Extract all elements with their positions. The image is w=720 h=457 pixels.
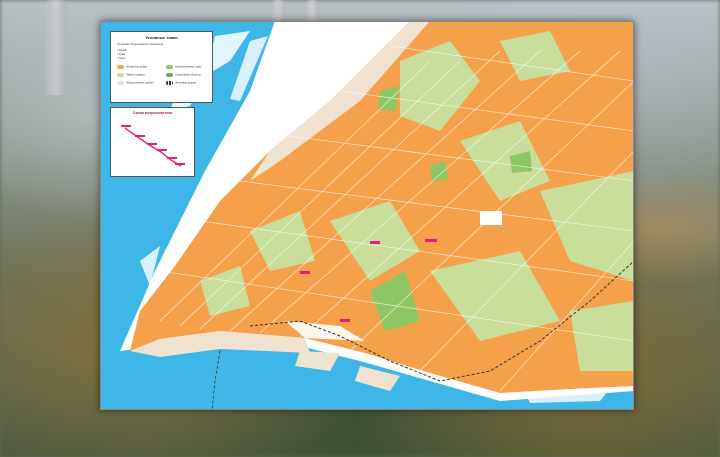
legend-item: Остановки общественного транспорта xyxy=(117,43,164,46)
map-legend: Условные знаки Остановки общественного т… xyxy=(110,31,213,103)
legend-item: Жилая застройка xyxy=(117,65,147,69)
city-map: Условные знаки Остановки общественного т… xyxy=(100,21,634,410)
legend-item: Спортивные объекты xyxy=(166,73,201,77)
legend-item: Промышленные зоны xyxy=(166,65,201,69)
legend-item: Общественные здания xyxy=(117,81,154,85)
background-chimney xyxy=(45,0,67,95)
legend-item: • Храм xyxy=(117,53,126,56)
legend-item: Железная дорога xyxy=(166,81,196,85)
legend-item: Парки и скверы xyxy=(117,73,145,77)
legend-title: Условные знаки xyxy=(145,35,178,40)
legend-item: • Музей xyxy=(117,49,127,52)
legend-item: • Театр xyxy=(117,57,126,60)
metro-inset: Схема метрополитена xyxy=(110,107,195,177)
metro-line-diagram xyxy=(121,125,185,167)
